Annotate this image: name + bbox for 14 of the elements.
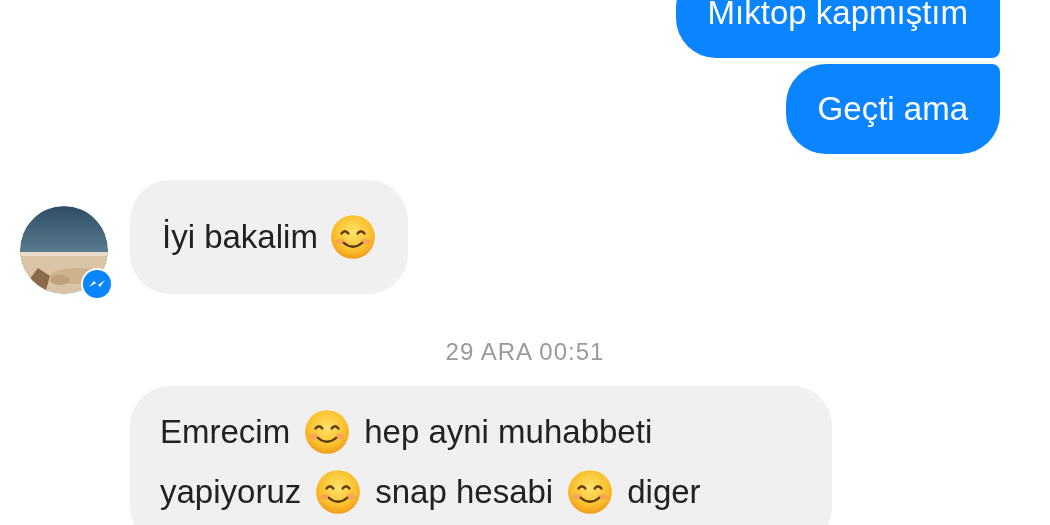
message-text: Mıktop kapmıştım	[707, 0, 968, 31]
message-text: hep ayni muhabbeti	[364, 412, 653, 452]
message-text: snap hesabi	[375, 472, 554, 512]
message-text: İyi bakalim	[162, 217, 318, 257]
message-text: yapiyoruz	[160, 472, 302, 512]
timestamp: 29 ARA 00:51	[445, 338, 605, 366]
message-text: Geçti ama	[817, 90, 968, 127]
smiley-icon	[567, 469, 614, 515]
smiley-icon	[304, 409, 351, 455]
smiley-icon	[315, 469, 362, 515]
message-text: diger	[627, 472, 701, 512]
message-text: Emrecim	[160, 412, 291, 452]
messenger-badge-icon	[81, 268, 113, 300]
smiley-icon	[329, 214, 376, 260]
